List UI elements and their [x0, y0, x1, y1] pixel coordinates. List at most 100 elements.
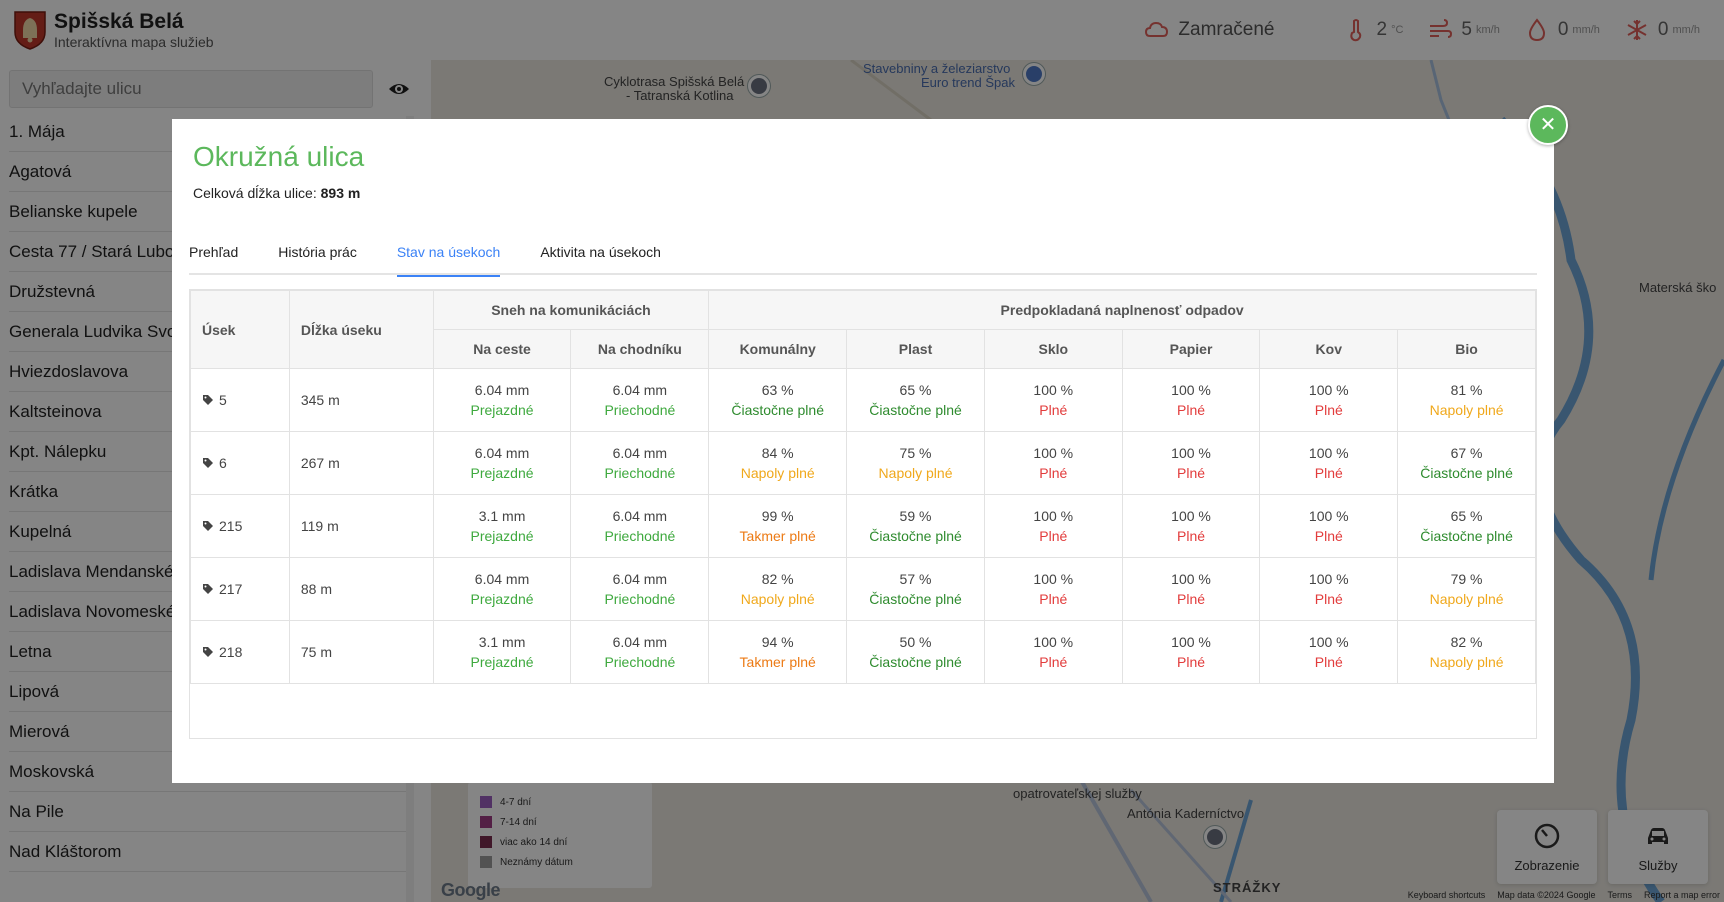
table-row[interactable]: 5 345 m 6.04 mm Prejazdné 6.04 mm Priechodné 6…: [190, 368, 1536, 432]
tag-icon: [203, 395, 213, 405]
status-cell: 100 % Plné: [1259, 557, 1399, 621]
cell-status: Plné: [1177, 402, 1206, 418]
segment-length: 88 m: [288, 557, 434, 621]
status-cell: 6.04 mm Prejazdné: [432, 557, 572, 621]
cell-value: 3.1 mm: [478, 634, 526, 650]
table-row[interactable]: 217 88 m 6.04 mm Prejazdné 6.04 mm Priechodné…: [190, 557, 1536, 621]
tag-icon: [203, 458, 213, 468]
header-usek: Úsek: [190, 290, 290, 369]
cell-value: 100 %: [1308, 445, 1349, 461]
cell-value: 94 %: [761, 634, 794, 650]
segment-id-cell: 6: [190, 431, 290, 495]
status-cell: 6.04 mm Prejazdné: [432, 431, 572, 495]
cell-value: 6.04 mm: [612, 445, 668, 461]
cell-value: 100 %: [1171, 634, 1211, 650]
cell-value: 75 %: [899, 445, 932, 461]
cell-status: Plné: [1177, 465, 1206, 481]
street-length-label: Celková dĺžka ulice:: [193, 185, 317, 201]
cell-status: Napoly plné: [1429, 591, 1504, 607]
tab-2[interactable]: Stav na úsekoch: [396, 243, 500, 277]
cell-status: Plné: [1314, 528, 1343, 544]
cell-value: 100 %: [1308, 508, 1349, 524]
cell-status: Takmer plné: [739, 528, 816, 544]
status-cell: 3.1 mm Prejazdné: [432, 494, 572, 558]
cell-status: Plné: [1177, 528, 1206, 544]
status-cell: 100 % Plné: [1259, 368, 1399, 432]
cell-status: Prejazdné: [470, 528, 534, 544]
cell-value: 6.04 mm: [474, 382, 530, 398]
status-cell: 94 % Takmer plné: [708, 620, 848, 684]
cell-status: Prejazdné: [470, 402, 534, 418]
cell-status: Plné: [1314, 591, 1343, 607]
status-cell: 67 % Čiastočne plné: [1397, 431, 1536, 495]
tab-3[interactable]: Aktivita na úsekoch: [540, 243, 661, 275]
cell-value: 63 %: [761, 382, 794, 398]
cell-value: 100 %: [1033, 634, 1074, 650]
cell-status: Napoly plné: [1429, 654, 1504, 670]
segment-id: 217: [219, 581, 243, 597]
cell-value: 65 %: [1450, 508, 1483, 524]
segment-id: 215: [219, 518, 243, 534]
segment-id: 218: [219, 644, 243, 660]
status-cell: 100 % Plné: [1259, 431, 1399, 495]
header-group-waste: Predpokladaná naplnenosť odpadov: [708, 290, 1536, 330]
cell-value: 100 %: [1171, 445, 1211, 461]
cell-status: Čiastočne plné: [1420, 528, 1513, 544]
cell-value: 6.04 mm: [612, 508, 668, 524]
status-cell: 100 % Plné: [1259, 494, 1399, 558]
status-cell: 6.04 mm Priechodné: [570, 494, 710, 558]
cell-value: 57 %: [899, 571, 932, 587]
header-waste-4: Kov: [1259, 329, 1399, 369]
cell-value: 100 %: [1033, 445, 1074, 461]
status-cell: 100 % Plné: [1121, 494, 1261, 558]
status-cell: 50 % Čiastočne plné: [846, 620, 985, 684]
cell-status: Priechodné: [604, 402, 676, 418]
header-waste-5: Bio: [1397, 329, 1536, 369]
cell-status: Čiastočne plné: [869, 591, 962, 607]
cell-status: Čiastočne plné: [869, 402, 962, 418]
cell-status: Plné: [1177, 654, 1206, 670]
close-button[interactable]: ✕: [1528, 105, 1568, 145]
cell-value: 100 %: [1308, 382, 1349, 398]
tab-1[interactable]: História prác: [278, 243, 357, 275]
tab-0[interactable]: Prehľad: [189, 243, 238, 275]
cell-status: Priechodné: [604, 591, 676, 607]
segment-id-cell: 217: [190, 557, 290, 621]
status-cell: 6.04 mm Priechodné: [570, 620, 710, 684]
cell-status: Napoly plné: [1429, 402, 1504, 418]
cell-value: 100 %: [1171, 382, 1211, 398]
cell-value: 79 %: [1450, 571, 1483, 587]
header-waste-2: Sklo: [983, 329, 1123, 369]
status-cell: 6.04 mm Priechodné: [570, 368, 710, 432]
table-row[interactable]: 218 75 m 3.1 mm Prejazdné 6.04 mm Priechodné 9…: [190, 620, 1536, 684]
modal-tabs: Prehľad História prác Stav na úsekoch Aktiv…: [189, 243, 1537, 277]
table-row[interactable]: 215 119 m 3.1 mm Prejazdné 6.04 mm Priechodné…: [190, 494, 1536, 558]
status-cell: 65 % Čiastočne plné: [846, 368, 985, 432]
segments-table: Úsek Dĺžka úseku Sneh na komunikáciách P…: [190, 290, 1536, 684]
cell-value: 50 %: [899, 634, 932, 650]
cell-value: 82 %: [1450, 634, 1483, 650]
status-cell: 59 % Čiastočne plné: [846, 494, 985, 558]
status-cell: 65 % Čiastočne plné: [1397, 494, 1536, 558]
cell-status: Napoly plné: [740, 465, 815, 481]
cell-status: Napoly plné: [878, 465, 953, 481]
cell-status: Plné: [1039, 465, 1068, 481]
segment-length: 75 m: [288, 620, 434, 684]
segment-id-cell: 218: [190, 620, 290, 684]
status-cell: 99 % Takmer plné: [708, 494, 848, 558]
segment-id-cell: 5: [190, 368, 290, 432]
cell-status: Prejazdné: [470, 465, 534, 481]
cell-status: Plné: [1039, 591, 1068, 607]
cell-status: Čiastočne plné: [869, 654, 962, 670]
cell-value: 6.04 mm: [612, 571, 668, 587]
status-cell: 63 % Čiastočne plné: [708, 368, 848, 432]
street-length-value: 893 m: [320, 185, 361, 201]
cell-value: 100 %: [1308, 634, 1349, 650]
cell-status: Plné: [1314, 654, 1343, 670]
cell-status: Plné: [1039, 402, 1068, 418]
table-row[interactable]: 6 267 m 6.04 mm Prejazdné 6.04 mm Priechodné 8…: [190, 431, 1536, 495]
cell-status: Čiastočne plné: [869, 528, 962, 544]
cell-value: 100 %: [1033, 382, 1074, 398]
cell-status: Prejazdné: [470, 654, 534, 670]
status-cell: 82 % Napoly plné: [708, 557, 848, 621]
